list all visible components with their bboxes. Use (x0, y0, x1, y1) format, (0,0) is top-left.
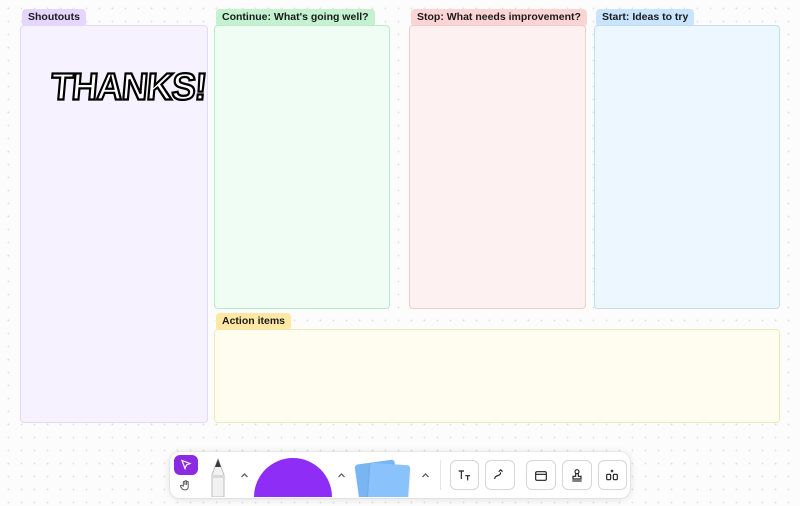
chevron-up-icon (421, 471, 430, 480)
hand-tool-button[interactable] (174, 477, 198, 495)
text-icon (456, 467, 472, 483)
chevron-up-icon (240, 471, 249, 480)
pen-options-chevron[interactable] (237, 453, 253, 497)
stamp-icon (569, 467, 585, 483)
shoutouts-text[interactable]: THANKS! (49, 65, 208, 109)
section-label-action[interactable]: Action items (216, 313, 291, 331)
section-panel-shoutouts[interactable]: THANKS! (20, 25, 208, 423)
section-panel-action[interactable] (214, 329, 780, 423)
widgets-icon (604, 467, 620, 483)
section-label-continue[interactable]: Continue: What's going well? (216, 9, 375, 27)
shape-options-chevron[interactable] (333, 453, 349, 497)
hand-icon (179, 479, 192, 492)
section-label-start[interactable]: Start: Ideas to try (596, 9, 694, 27)
cursor-icon (180, 459, 192, 471)
sticky-note-icon (353, 460, 413, 497)
shape-preview-circle (254, 458, 332, 497)
select-tool-button[interactable] (174, 455, 198, 475)
pen-icon (204, 453, 232, 497)
more-tools-button[interactable] (598, 460, 628, 490)
bottom-toolbar (170, 452, 630, 498)
section-panel-stop[interactable] (409, 25, 586, 309)
connector-icon (492, 467, 508, 483)
section-panel-start[interactable] (594, 25, 780, 309)
toolbar-divider (440, 460, 441, 490)
pen-tool-button[interactable] (200, 453, 237, 497)
section-panel-continue[interactable] (214, 25, 390, 309)
section-icon (533, 467, 549, 483)
connector-tool-button[interactable] (485, 460, 515, 490)
sticky-options-chevron[interactable] (418, 453, 434, 497)
shape-tool-button[interactable] (253, 453, 334, 497)
section-label-shoutouts[interactable]: Shoutouts (22, 9, 86, 27)
section-tool-button[interactable] (526, 460, 556, 490)
stamp-tool-button[interactable] (562, 460, 592, 490)
sticky-note-tool-button[interactable] (349, 453, 418, 497)
section-label-stop[interactable]: Stop: What needs improvement? (411, 9, 587, 27)
chevron-up-icon (337, 471, 346, 480)
text-tool-button[interactable] (450, 460, 480, 490)
pointer-tool-group (172, 453, 200, 497)
